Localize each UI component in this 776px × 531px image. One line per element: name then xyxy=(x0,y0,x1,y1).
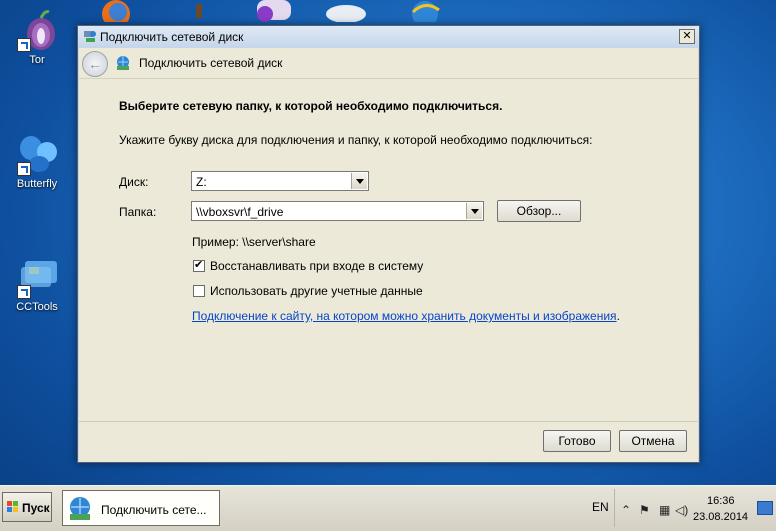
back-arrow-icon: ← xyxy=(88,56,102,72)
volume-icon[interactable]: ◁) xyxy=(675,503,688,517)
wizard-navbar: ← Подключить сетевой диск xyxy=(79,48,698,79)
show-desktop-icon[interactable] xyxy=(757,501,773,515)
desktop-icon-partial-2[interactable] xyxy=(190,0,210,22)
browse-button[interactable]: Обзор... xyxy=(497,200,581,222)
desktop-icon-partial-5[interactable] xyxy=(405,0,445,27)
desktop-icon-partial-3[interactable] xyxy=(253,0,293,22)
desktop-icon-tor[interactable]: Tor xyxy=(1,8,73,66)
desktop-icon-label: CCTools xyxy=(16,301,58,313)
clock-time[interactable]: 16:36 xyxy=(707,495,735,507)
chevron-down-icon[interactable] xyxy=(351,173,367,189)
taskbar: Пуск Подключить сете... EN ⌃ ⚑ ▦ ◁) 16:3… xyxy=(0,485,776,531)
ie-icon xyxy=(411,1,440,27)
dialog-title: Подключить сетевой диск xyxy=(100,30,244,44)
desktop-icon-partial-1[interactable] xyxy=(96,0,136,28)
desktop-icon-label: Tor xyxy=(29,54,45,66)
drive-label: Диск: xyxy=(119,175,149,189)
back-button[interactable]: ← xyxy=(82,51,108,77)
dialog-titlebar[interactable]: Подключить сетевой диск ✕ xyxy=(78,26,699,48)
firefox-icon xyxy=(102,0,130,28)
tor-onion-icon xyxy=(15,8,59,52)
dialog-footer: Готово Отмена xyxy=(79,421,698,462)
sharepoint-link[interactable]: Подключение к сайту, на котором можно хр… xyxy=(192,309,617,323)
network-drive-icon xyxy=(70,497,90,520)
taskbar-item-map-drive[interactable]: Подключить сете... xyxy=(62,490,220,526)
reconnect-label[interactable]: Восстанавливать при входе в систему xyxy=(210,259,423,273)
shortcut-arrow-icon xyxy=(17,162,31,176)
folder-value: \\vboxsvr\f_drive xyxy=(196,205,284,219)
credit-card-icon xyxy=(15,255,59,299)
desktop-icon-label: Butterfly xyxy=(16,178,58,190)
app-icon xyxy=(257,0,291,22)
credentials-label[interactable]: Использовать другие учетные данные xyxy=(210,284,423,298)
taskbar-item-label: Подключить сете... xyxy=(101,503,207,517)
network-icon[interactable]: ▦ xyxy=(659,503,670,517)
start-label: Пуск xyxy=(22,501,50,515)
drive-value: Z: xyxy=(196,175,207,189)
link-period: . xyxy=(616,309,620,323)
map-network-drive-dialog: Подключить сетевой диск ✕ ← Подключить с… xyxy=(77,25,700,463)
finish-button[interactable]: Готово xyxy=(543,430,611,452)
folder-combobox[interactable]: \\vboxsvr\f_drive xyxy=(191,201,484,221)
tray-expand-icon[interactable]: ⌃ xyxy=(621,503,631,517)
instruction-text: Укажите букву диска для подключения и па… xyxy=(119,133,593,147)
clock-date[interactable]: 23.08.2014 xyxy=(693,511,748,523)
network-drive-icon xyxy=(117,56,129,70)
reconnect-checkbox[interactable] xyxy=(193,258,205,272)
windows-logo-icon xyxy=(7,501,18,512)
example-text: Пример: \\server\share xyxy=(192,235,316,249)
chevron-down-icon[interactable] xyxy=(466,203,482,219)
action-center-flag-icon[interactable]: ⚑ xyxy=(639,503,650,517)
instruction-heading: Выберите сетевую папку, к которой необхо… xyxy=(119,99,503,113)
network-drive-icon xyxy=(84,31,96,42)
cancel-button[interactable]: Отмена xyxy=(619,430,687,452)
wizard-title: Подключить сетевой диск xyxy=(139,56,283,70)
dialog-content: Выберите сетевую папку, к которой необхо… xyxy=(79,79,698,421)
sharepoint-link-row: Подключение к сайту, на котором можно хр… xyxy=(192,309,620,323)
shortcut-arrow-icon xyxy=(17,285,31,299)
start-button[interactable]: Пуск xyxy=(2,492,52,522)
butterfly-icon xyxy=(15,132,59,176)
close-button[interactable]: ✕ xyxy=(679,29,695,44)
desktop-icon-partial-4[interactable] xyxy=(323,0,369,23)
desktop-icon-butterfly[interactable]: Butterfly xyxy=(1,132,73,190)
system-tray: ⌃ ⚑ ▦ ◁) 16:36 23.08.2014 xyxy=(614,489,775,527)
app-icon xyxy=(196,4,202,18)
drive-select[interactable]: Z: xyxy=(191,171,369,191)
cloud-icon xyxy=(326,5,366,23)
folder-label: Папка: xyxy=(119,205,157,219)
language-indicator[interactable]: EN xyxy=(592,500,609,514)
desktop-icon-cctools[interactable]: CCTools xyxy=(1,255,73,313)
credentials-checkbox[interactable] xyxy=(193,285,205,297)
shortcut-arrow-icon xyxy=(17,38,31,52)
